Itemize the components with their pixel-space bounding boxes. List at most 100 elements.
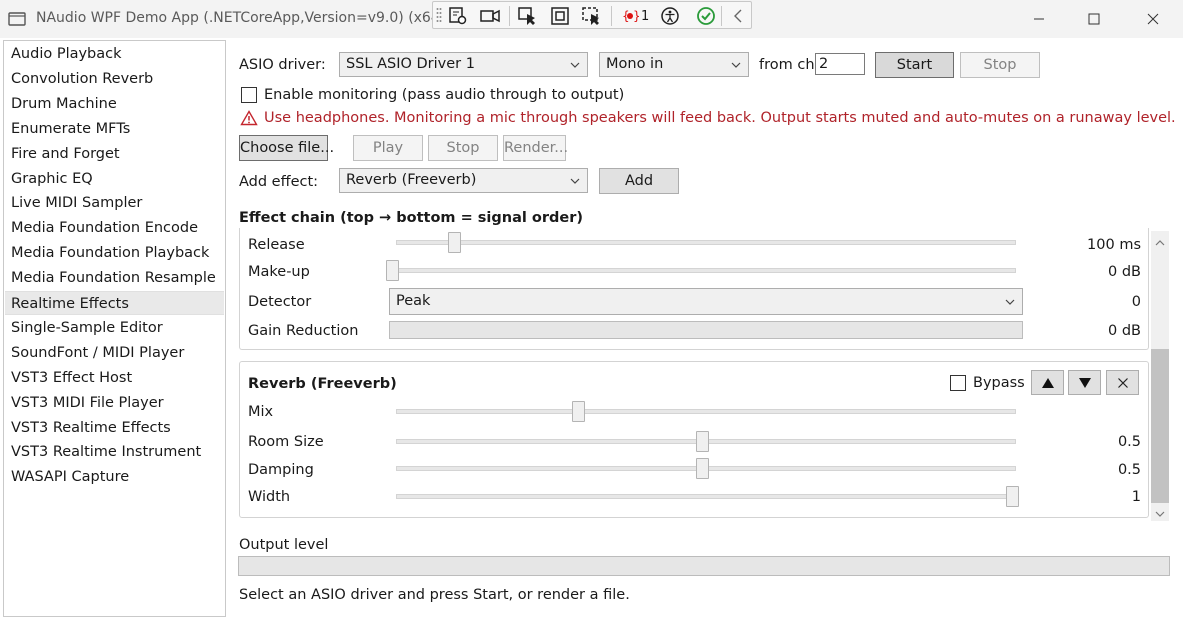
minimize-icon	[1034, 18, 1044, 20]
enable-monitoring-checkbox[interactable]	[241, 87, 257, 103]
reverb-title: Reverb (Freeverb)	[248, 376, 397, 392]
release-slider-track[interactable]	[396, 240, 1016, 245]
stop-asio-button[interactable]: Stop	[960, 52, 1040, 78]
param-label-gain-reduction: Gain Reduction	[248, 323, 359, 339]
gain-reduction-value: 0 dB	[1108, 323, 1141, 339]
render-button[interactable]: Render...	[503, 135, 568, 161]
choose-file-button[interactable]: Choose file...	[239, 135, 334, 161]
bypass-checkbox[interactable]	[950, 375, 966, 391]
sidebar-item-media-foundation-resample[interactable]: Media Foundation Resample	[5, 266, 224, 290]
room-size-slider-thumb[interactable]	[696, 431, 709, 452]
param-label-release: Release	[248, 237, 305, 253]
sidebar-item-media-foundation-encode[interactable]: Media Foundation Encode	[5, 216, 224, 240]
collapse-toolbar-icon[interactable]	[727, 5, 749, 27]
binding-error-count: 1	[641, 8, 650, 24]
sidebar-item-vst3-effect-host[interactable]: VST3 Effect Host	[5, 366, 224, 390]
scrollbar-thumb[interactable]	[1151, 349, 1169, 503]
add-effect-label: Add effect:	[239, 174, 319, 190]
effect-type-combo[interactable]: Reverb (Freeverb)	[339, 168, 588, 193]
close-icon	[1147, 13, 1159, 25]
release-value: 100 ms	[1087, 237, 1141, 253]
start-button[interactable]: Start	[875, 52, 954, 78]
maximize-icon	[1088, 13, 1100, 25]
app-icon	[8, 10, 26, 28]
enable-monitoring-label: Enable monitoring (pass audio through to…	[264, 87, 625, 103]
demo-list: Audio Playback Convolution Reverb Drum Mac…	[3, 40, 226, 617]
triangle-up-icon	[1041, 377, 1054, 388]
sidebar-item-convolution-reverb[interactable]: Convolution Reverb	[5, 67, 224, 91]
toolbar-grip-icon[interactable]	[435, 5, 443, 27]
move-down-button[interactable]	[1068, 370, 1101, 395]
chevron-down-icon	[731, 62, 741, 68]
track-focused-element-icon[interactable]	[581, 5, 603, 27]
damping-slider-thumb[interactable]	[696, 458, 709, 479]
chevron-down-icon	[570, 178, 580, 184]
chevron-down-icon	[1005, 299, 1015, 305]
video-camera-icon[interactable]	[479, 5, 501, 27]
select-element-icon[interactable]	[517, 5, 539, 27]
sidebar-item-soundfont-midi-player[interactable]: SoundFont / MIDI Player	[5, 341, 224, 365]
sidebar-item-media-foundation-playback[interactable]: Media Foundation Playback	[5, 241, 224, 265]
output-level-label: Output level	[239, 537, 329, 553]
hot-reload-status-icon[interactable]	[695, 5, 717, 27]
gain-reduction-meter	[389, 321, 1023, 339]
scroll-up-icon[interactable]	[1154, 236, 1166, 252]
makeup-slider-thumb[interactable]	[386, 260, 399, 281]
add-effect-button[interactable]: Add	[599, 168, 679, 194]
live-visual-tree-icon[interactable]	[447, 5, 469, 27]
accessibility-checker-icon[interactable]	[659, 5, 681, 27]
from-channel-input[interactable]: 2	[815, 53, 865, 75]
triangle-down-icon	[1078, 377, 1091, 388]
detector-combo[interactable]: Peak	[389, 288, 1023, 315]
sidebar-item-audio-playback[interactable]: Audio Playback	[5, 42, 224, 66]
mix-slider-track[interactable]	[396, 409, 1016, 414]
asio-driver-label: ASIO driver:	[239, 57, 326, 73]
sidebar-item-fire-and-forget[interactable]: Fire and Forget	[5, 142, 224, 166]
asio-driver-value: SSL ASIO Driver 1	[346, 56, 475, 72]
debug-toolbar: {} 1	[432, 1, 752, 29]
sidebar-item-drum-machine[interactable]: Drum Machine	[5, 92, 224, 116]
play-button[interactable]: Play	[353, 135, 423, 161]
display-layout-adorners-icon[interactable]	[549, 5, 571, 27]
param-label-width: Width	[248, 489, 291, 505]
sidebar-item-wasapi-capture[interactable]: WASAPI Capture	[5, 465, 224, 489]
sidebar-item-single-sample-editor[interactable]: Single-Sample Editor	[5, 316, 224, 340]
width-slider-track[interactable]	[396, 494, 1016, 499]
close-icon	[1117, 377, 1128, 388]
binding-error-icon: {}	[622, 9, 639, 23]
svg-text:}: }	[633, 9, 639, 23]
close-button[interactable]	[1138, 6, 1168, 32]
minimize-button[interactable]	[1024, 6, 1054, 32]
monitoring-warning-text: Use headphones. Monitoring a mic through…	[264, 110, 1176, 126]
move-up-button[interactable]	[1031, 370, 1064, 395]
binding-errors-button[interactable]: {} 1	[621, 5, 653, 27]
sidebar-item-enumerate-mfts[interactable]: Enumerate MFTs	[5, 117, 224, 141]
room-size-value: 0.5	[1117, 434, 1141, 450]
scroll-down-icon[interactable]	[1154, 507, 1166, 523]
makeup-slider-track[interactable]	[396, 268, 1016, 273]
detector-value: Peak	[396, 293, 431, 309]
sidebar-item-graphic-eq[interactable]: Graphic EQ	[5, 167, 224, 191]
release-slider-thumb[interactable]	[448, 232, 461, 253]
width-slider-thumb[interactable]	[1006, 486, 1019, 507]
sidebar-item-live-midi-sampler[interactable]: Live MIDI Sampler	[5, 191, 224, 215]
param-label-room-size: Room Size	[248, 434, 324, 450]
param-label-mix: Mix	[248, 404, 274, 420]
damping-value: 0.5	[1117, 462, 1141, 478]
sidebar-item-vst3-realtime-instrument[interactable]: VST3 Realtime Instrument	[5, 440, 224, 464]
bypass-label: Bypass	[973, 375, 1025, 391]
sidebar-item-realtime-effects[interactable]: Realtime Effects	[5, 291, 224, 315]
maximize-button[interactable]	[1079, 6, 1109, 32]
stop-file-button[interactable]: Stop	[428, 135, 498, 161]
remove-effect-button[interactable]	[1106, 370, 1139, 395]
chevron-down-icon	[570, 62, 580, 68]
width-value: 1	[1131, 489, 1141, 505]
asio-driver-combo[interactable]: SSL ASIO Driver 1	[339, 52, 588, 77]
channel-mode-combo[interactable]: Mono in	[599, 52, 749, 77]
status-text: Select an ASIO driver and press Start, o…	[239, 587, 630, 603]
warning-icon	[240, 110, 258, 130]
sidebar-item-vst3-realtime-effects[interactable]: VST3 Realtime Effects	[5, 416, 224, 440]
mix-slider-thumb[interactable]	[572, 401, 585, 422]
window-title: NAudio WPF Demo App (.NETCoreApp,Version…	[36, 10, 446, 26]
sidebar-item-vst3-midi-file-player[interactable]: VST3 MIDI File Player	[5, 391, 224, 415]
